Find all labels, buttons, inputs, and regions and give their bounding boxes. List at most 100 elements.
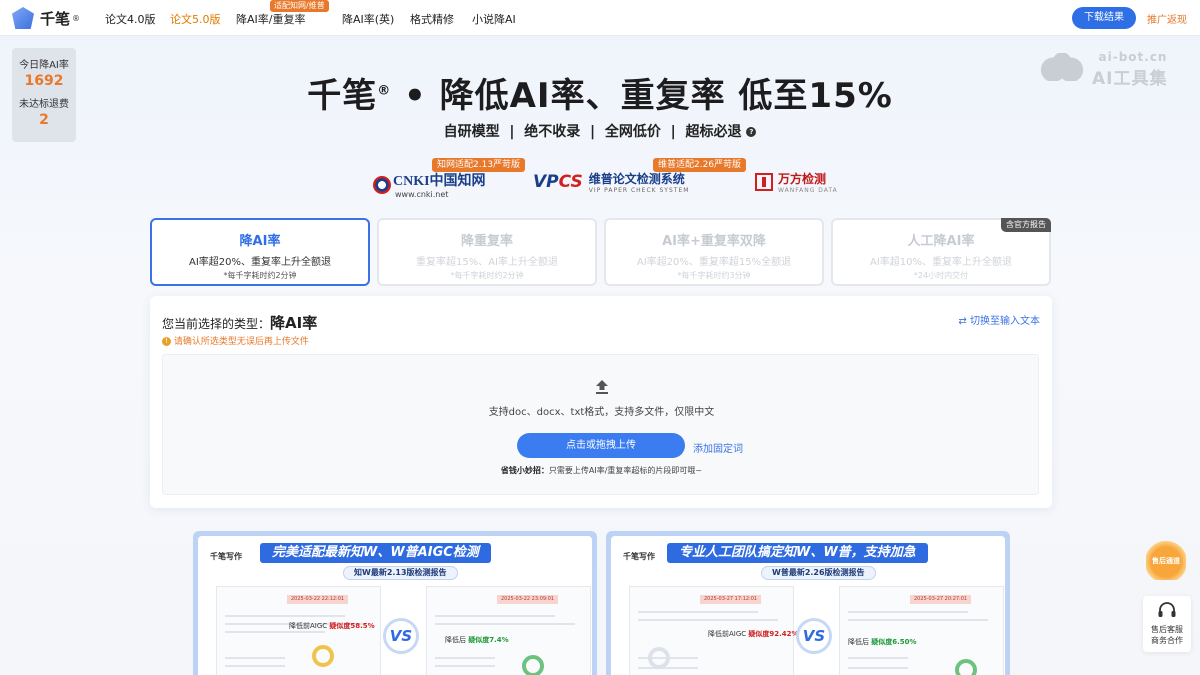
nav-badge-cnki-vip: 适配知网/维普 [270,0,329,12]
tab-desc: AI率超20%、重复率超15%全额退 [636,257,792,268]
report-card-vip: 千笔写作 专业人工团队搞定知W、W普，支持加急 W普最新2.26版检测报告 20… [606,531,1010,675]
file-drop-zone[interactable]: 支持doc、docx、txt格式，支持多文件，仅限中文 点击或拖拽上传 添加固定… [162,354,1039,495]
tab-reduce-ai[interactable]: 降AI率 AI率超20%、重复率上升全额退 *每千字耗时约2分钟 [150,218,370,286]
tab-note: *24小时内交付 [913,271,969,280]
report-after-label: 降低后 [445,636,466,644]
tab-desc: AI率超20%、重复率上升全额退 [188,257,332,268]
tab-title: AI率+重复率双降 [662,234,766,249]
report-title: 完美适配最新知W、W普AIGC检测 [260,543,491,563]
vs-badge: VS [383,618,419,654]
tab-manual-reduce-ai[interactable]: 含官方报告 人工降AI率 AI率超10%、重复率上升全额退 *24小时内交付 [831,218,1051,286]
vpcs-logo-mark: VPCS [533,172,583,192]
report-after-label: 降低后 [848,638,869,646]
report-card-cnki: 千笔写作 完美适配最新知W、W普AIGC检测 知W最新2.13版检测报告 202… [193,531,597,675]
tab-note: *每千字耗时约2分钟 [450,271,524,280]
top-nav: 千笔 ® 论文4.0版 论文5.0版 降AI率/重复率 适配知网/维普 降AI率… [0,0,1200,36]
tab-note: *每千字耗时约2分钟 [223,271,297,280]
tab-desc: 重复率超15%、AI率上升全额退 [415,257,559,268]
service-label-1: 售后客服 [1151,625,1183,634]
vpcs-logo: VPCS 维普论文检测系统 VIP PAPER CHECK SYSTEM [533,170,689,194]
warning-icon: ! [162,337,171,346]
upload-icon [596,380,608,394]
nav-item-format[interactable]: 格式精修 [410,11,454,27]
report-donut-before [312,645,334,667]
wanfang-logo-icon [755,173,773,191]
report-after-metric: 降低后 疑似度6.50% [848,637,917,647]
tab-note: *每千字耗时约3分钟 [677,271,751,280]
help-icon[interactable]: ? [746,127,757,137]
vs-badge: VS [796,618,832,654]
service-label-2: 商务合作 [1151,636,1183,645]
tab-title: 降重复率 [460,234,513,249]
report-after-metric: 降低后 疑似度7.4% [445,635,509,645]
report-donut-after [955,659,977,675]
vpcs-logo-cs: CS [558,172,583,192]
report-brand: 千笔写作 [623,552,655,561]
hero-title-reg: ® [377,83,392,99]
hero-subtitle: 自研模型 | 绝不收录 | 全网低价 | 超标必退 ? [0,121,1200,141]
wanfang-logo: 万方检测 WANFANG DATA [755,170,838,194]
customer-service-button[interactable]: 售后客服 商务合作 [1143,596,1191,652]
tip-label: 省钱小妙招： [500,466,549,475]
vpcs-name-en: VIP PAPER CHECK SYSTEM [588,187,690,194]
swap-icon: ⇄ [958,316,967,327]
selected-type-prefix: 您当前选择的类型： [162,317,271,331]
download-results-button[interactable]: 下载结果 [1072,7,1136,29]
report-date-after: 2025-03-22 23:09:01 [497,595,559,604]
report-doc-before: 2025-03-27 17:12:01 降低前AIGC 疑似度92.42% [629,586,799,675]
switch-to-text-label: 切换至输入文本 [970,316,1040,327]
report-donut-before [648,647,670,669]
official-report-tag: 含官方报告 [1001,218,1051,232]
nav-item-paper-v5[interactable]: 论文5.0版 [170,11,221,27]
report-brand: 千笔写作 [210,552,242,561]
report-before-value: 疑似度58.5% [329,622,375,630]
after-sales-label: 售后通道 [1152,557,1180,565]
upload-warning-text: 请确认所选类型无误后再上传文件 [173,337,309,347]
after-sales-gift-button[interactable]: 售后通道 [1146,540,1186,580]
vpcs-logo-vp: VP [533,172,559,192]
report-doc-before: 2025-03-22 22:12:01 降低前AIGC 疑似度58.5% [216,586,381,675]
nav-item-novel-ai[interactable]: 小说降AI [472,11,516,27]
cnki-logo-text: CNKI中国知网 [393,174,486,189]
report-before-label: 降低前AIGC [289,622,328,630]
tab-reduce-duplicate[interactable]: 降重复率 重复率超15%、AI率上升全额退 *每千字耗时约2分钟 [377,218,597,286]
brand-logo[interactable]: 千笔 ® [12,7,80,29]
report-date-before: 2025-03-22 22:12:01 [287,595,349,604]
selected-type-value: 降AI率 [270,314,318,332]
nav-item-reduce-ai[interactable]: 降AI率/重复率 [236,11,305,27]
report-after-value: 疑似度7.4% [468,636,509,644]
switch-to-text-link[interactable]: ⇄ 切换至输入文本 [958,312,1040,327]
report-after-value: 疑似度6.50% [871,638,917,646]
brand-logo-icon [12,7,34,29]
add-fixed-words-link[interactable]: 添加固定词 [693,440,743,455]
wanfang-name-en: WANFANG DATA [778,187,838,194]
hero-title-rest: • 降低AI率、重复率 低至15% [391,76,893,116]
tip-text: 只需要上传AI率/重复率超标的片段即可哦~ [548,466,703,475]
headset-icon [1158,602,1176,617]
brand-registered-mark: ® [72,13,81,23]
tab-title: 人工降AI率 [907,234,975,249]
brand-name: 千笔 [40,9,71,28]
nav-item-reduce-ai-en[interactable]: 降AI率(英) [342,11,394,27]
cnki-logo-icon [373,175,391,194]
tab-desc: AI率超10%、重复率上升全额退 [869,257,1013,268]
report-before-value: 疑似度92.42% [748,630,799,638]
report-doc-after: 2025-03-27 20:27:01 降低后 疑似度6.50% [839,586,1004,675]
hero-title: 千笔® • 降低AI率、重复率 低至15% [0,68,1200,117]
upload-panel: 您当前选择的类型：降AI率 ! 请确认所选类型无误后再上传文件 ⇄ 切换至输入文… [150,296,1052,508]
upload-warning: ! 请确认所选类型无误后再上传文件 [162,334,309,347]
selected-type-line: 您当前选择的类型：降AI率 [162,312,317,333]
hero-subtitle-text: 自研模型 | 绝不收录 | 全网低价 | 超标必退 [443,124,742,140]
report-date-before: 2025-03-27 17:12:01 [700,595,762,604]
cnki-logo: CNKI中国知网 www.cnki.net [373,170,486,199]
promo-cashback-link[interactable]: 推广返现 [1147,11,1187,26]
cnki-url: www.cnki.net [395,190,449,199]
report-subtitle: W普最新2.26版检测报告 [761,566,876,580]
tab-dual-reduce[interactable]: AI率+重复率双降 AI率超20%、重复率超15%全额退 *每千字耗时约3分钟 [604,218,824,286]
upload-button[interactable]: 点击或拖拽上传 [517,433,685,458]
nav-item-paper-v4[interactable]: 论文4.0版 [105,11,156,27]
wanfang-name: 万方检测 [778,172,827,186]
report-before-metric: 降低前AIGC 疑似度92.42% [708,629,799,639]
report-before-metric: 降低前AIGC 疑似度58.5% [289,621,375,631]
report-doc-after: 2025-03-22 23:09:01 降低后 疑似度7.4% [426,586,591,675]
